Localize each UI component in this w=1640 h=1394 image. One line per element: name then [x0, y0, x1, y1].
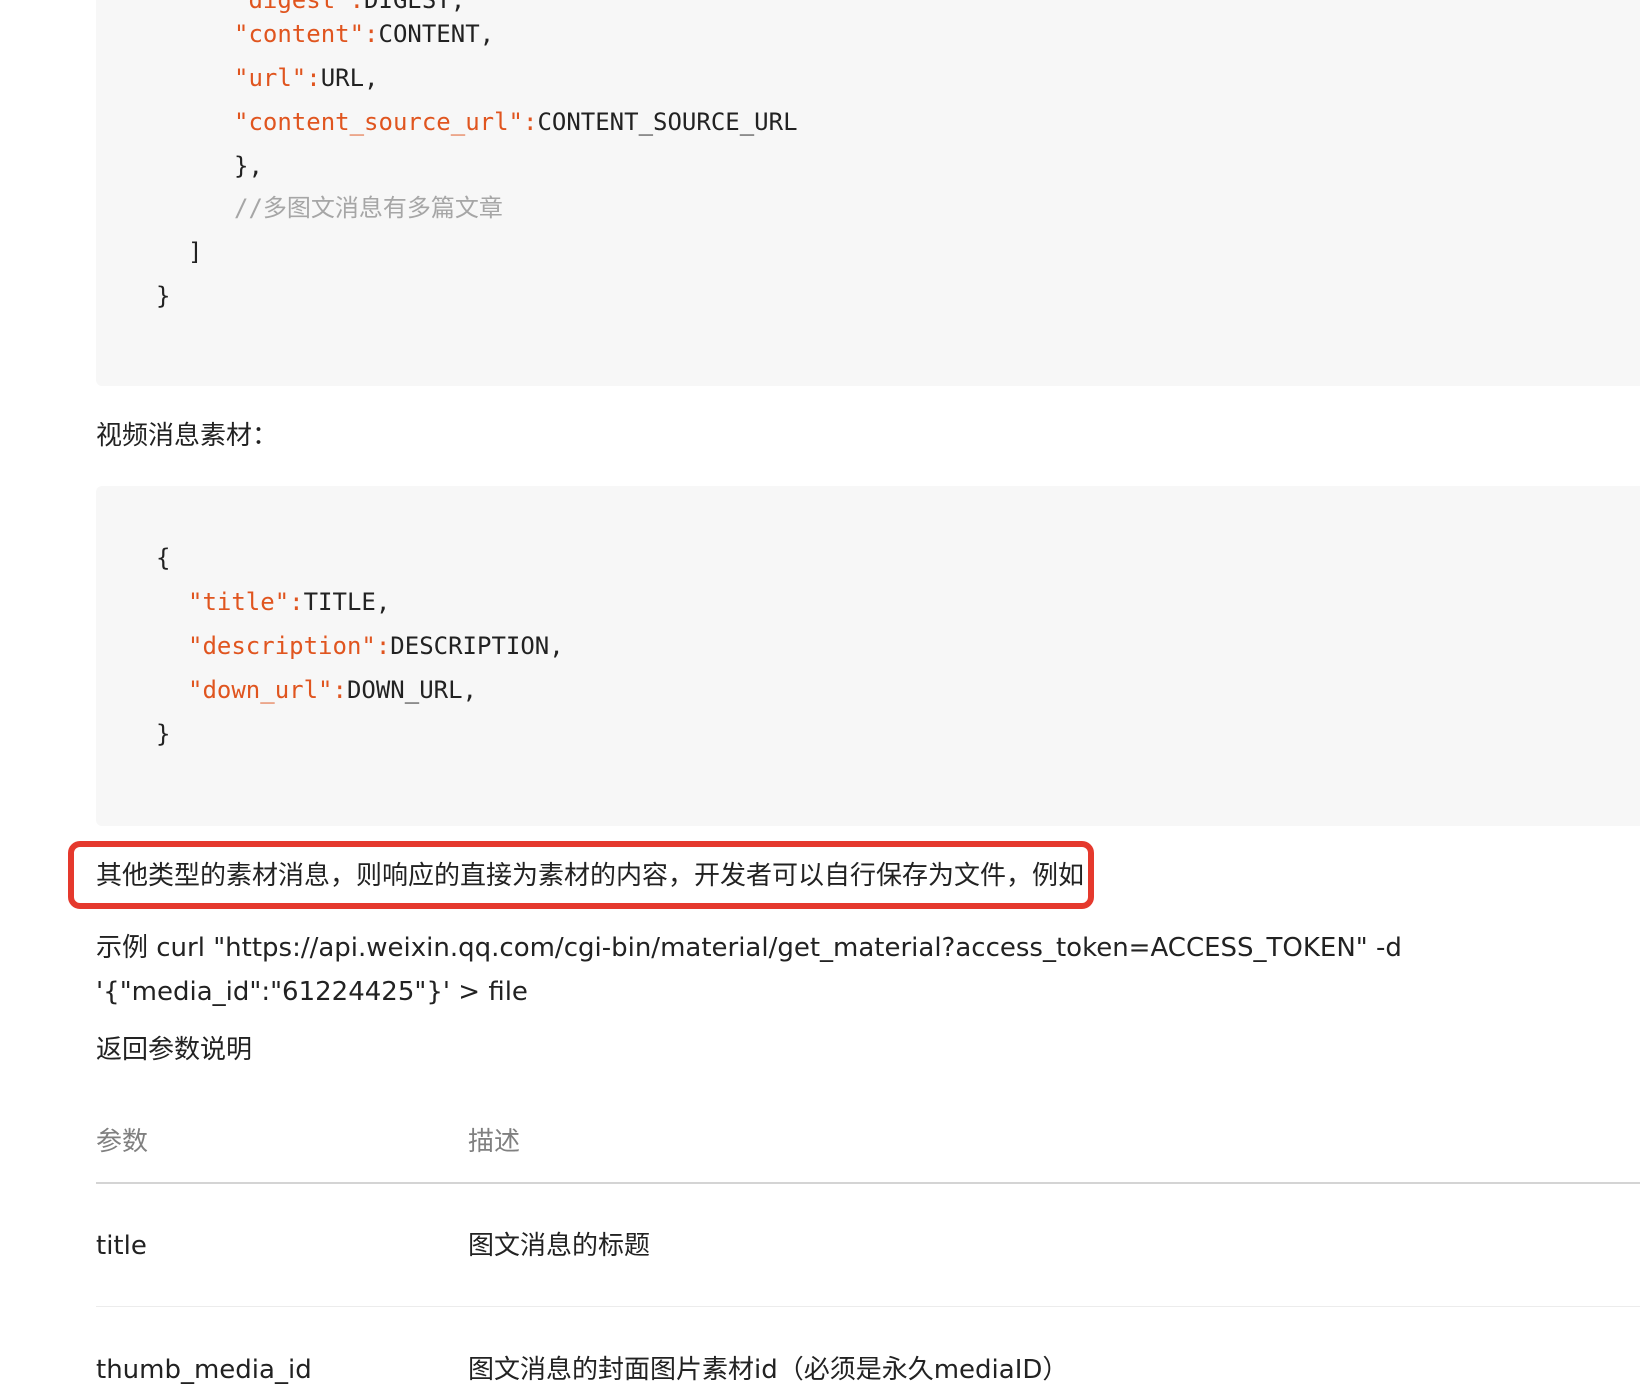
- code-line: "down_url":DOWN_URL,: [188, 674, 477, 706]
- json-key: "description":: [188, 632, 391, 660]
- return-params-heading: 返回参数说明: [96, 1035, 253, 1065]
- code-line: "description":DESCRIPTION,: [188, 630, 564, 662]
- code-line: ]: [188, 238, 203, 266]
- code-line: "url":URL,: [234, 62, 379, 94]
- table-header-divider: [96, 1182, 1640, 1184]
- table-cell-param: title: [96, 1231, 147, 1261]
- example-curl-line-1: 示例 curl "https://api.weixin.qq.com/cgi-b…: [96, 933, 1402, 963]
- code-line: "content_source_url":CONTENT_SOURCE_URL: [234, 106, 798, 138]
- code-line: "title":TITLE,: [188, 586, 390, 618]
- json-key: "content":: [234, 20, 379, 48]
- example-curl-line-2: '{"media_id":"61224425"}' > file: [96, 977, 528, 1007]
- code-line: }: [156, 720, 171, 748]
- json-value: DIGEST,: [364, 0, 466, 14]
- table-cell-description: 图文消息的封面图片素材id（必须是永久mediaID）: [468, 1355, 1069, 1385]
- json-value: URL,: [320, 64, 379, 92]
- code-comment: //多图文消息有多篇文章: [234, 194, 503, 222]
- json-key: "url":: [234, 64, 321, 92]
- table-header-param: 参数: [96, 1127, 149, 1157]
- code-block-news: "digest":DIGEST, "content":CONTENT, "url…: [96, 0, 1640, 386]
- json-value: DOWN_URL,: [346, 676, 477, 704]
- json-key: "digest":: [234, 0, 365, 14]
- table-row-divider: [96, 1306, 1640, 1307]
- json-key: "title":: [188, 588, 304, 616]
- code-line: },: [234, 152, 263, 180]
- json-key: "content_source_url":: [234, 108, 538, 136]
- code-line: "content":CONTENT,: [234, 18, 494, 50]
- code-block-video: { "title":TITLE, "description":DESCRIPTI…: [96, 486, 1640, 826]
- json-value: CONTENT,: [378, 20, 495, 48]
- table-header-description: 描述: [468, 1127, 521, 1157]
- code-line: }: [156, 282, 171, 310]
- table-cell-description: 图文消息的标题: [468, 1231, 651, 1261]
- video-material-heading: 视频消息素材：: [96, 421, 279, 451]
- table-cell-param: thumb_media_id: [96, 1355, 312, 1385]
- code-line: "digest":DIGEST,: [234, 0, 465, 16]
- highlight-annotation-box: [68, 841, 1094, 909]
- code-line: {: [156, 544, 171, 572]
- json-value: DESCRIPTION,: [390, 632, 564, 660]
- json-value: CONTENT_SOURCE_URL: [537, 108, 798, 136]
- json-key: "down_url":: [188, 676, 347, 704]
- json-value: TITLE,: [303, 588, 391, 616]
